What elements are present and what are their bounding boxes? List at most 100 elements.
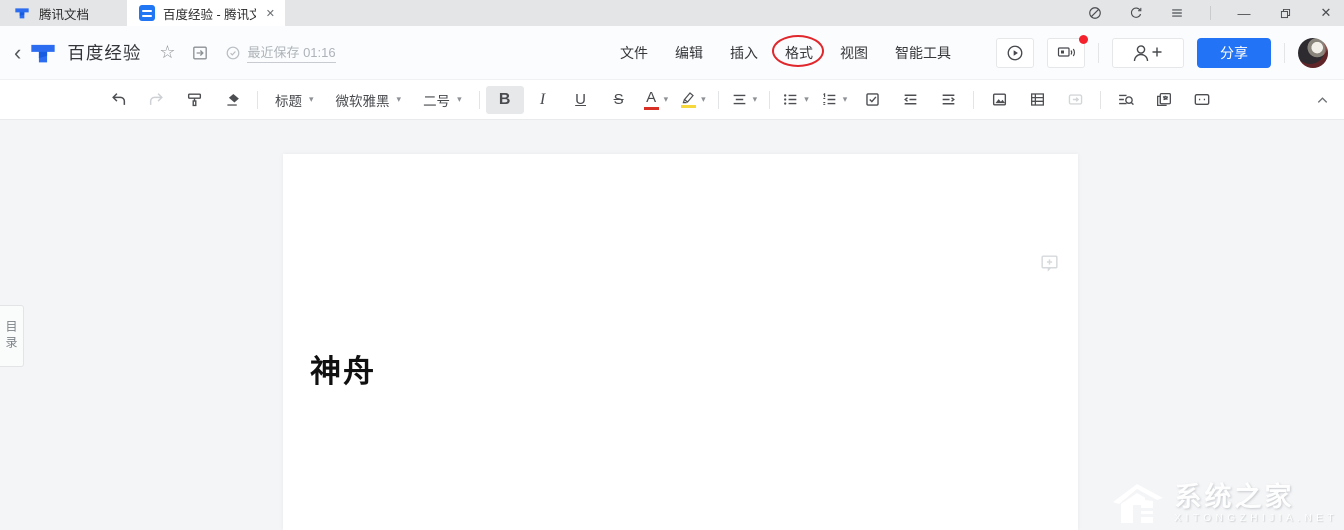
bold-label: B (498, 90, 511, 108)
paragraph-style-dropdown[interactable]: 标题 ▾ (264, 86, 325, 114)
invite-collaborator-button[interactable] (1112, 37, 1184, 68)
notification-dot (1079, 34, 1088, 44)
menu-bar: 文件 编辑 插入 格式 视图 智能工具 (620, 26, 951, 80)
document-header: ‹ 百度经验 ☆ 最近保存 01:16 文件 编辑 插入 格式 视图 智能工具 (0, 26, 1344, 80)
strikethrough-label: S (613, 91, 624, 108)
save-status[interactable]: 最近保存 01:16 (225, 42, 336, 63)
document-tab-icon (139, 5, 156, 21)
minimize-icon[interactable]: — (1236, 5, 1252, 21)
add-person-icon (1133, 44, 1162, 61)
undo-button[interactable] (99, 86, 137, 114)
menu-edit[interactable]: 编辑 (675, 43, 703, 63)
underline-button[interactable]: U (562, 86, 600, 114)
numbered-list-icon (822, 92, 836, 105)
document-title[interactable]: 百度经验 (67, 40, 141, 65)
numbered-list-dropdown[interactable]: ▾ (815, 86, 854, 114)
play-icon (1007, 45, 1023, 60)
bullet-list-dropdown[interactable]: ▾ (776, 86, 815, 114)
highlight-color-button[interactable]: ▾ (674, 86, 712, 114)
redo-button[interactable] (137, 86, 175, 114)
italic-label: I (539, 90, 546, 108)
font-color-button[interactable]: A ▾ (638, 86, 675, 114)
insert-image-button[interactable] (980, 86, 1018, 114)
menu-format[interactable]: 格式 (772, 35, 824, 67)
toolbar-divider (973, 90, 975, 109)
header-divider (1098, 42, 1099, 63)
outdent-button[interactable] (891, 86, 929, 114)
close-window-icon[interactable]: ✕ (1318, 5, 1334, 21)
insert-table-button[interactable] (1018, 86, 1056, 114)
present-button[interactable] (1047, 34, 1088, 68)
font-color-icon: A (643, 89, 659, 110)
font-size-value: 二号 (423, 93, 451, 109)
tab-home[interactable]: 腾讯文档 (0, 0, 105, 26)
menu-view[interactable]: 视图 (840, 43, 868, 63)
toc-label: 目录 (4, 320, 18, 352)
eraser-icon[interactable] (213, 86, 251, 114)
comment-button[interactable] (1183, 86, 1221, 114)
window-controls-divider (1210, 6, 1211, 20)
move-to-folder-icon[interactable] (191, 44, 209, 62)
back-chevron-icon[interactable]: ‹ (10, 41, 25, 64)
restore-icon[interactable] (1277, 5, 1293, 21)
toolbar-divider (1100, 90, 1102, 109)
save-status-text: 最近保存 01:16 (247, 42, 336, 63)
chevron-down-icon: ▾ (396, 94, 402, 104)
tab-close-icon[interactable]: ✕ (264, 7, 277, 20)
menu-insert[interactable]: 插入 (730, 43, 758, 63)
blocked-icon[interactable] (1087, 5, 1103, 21)
insert-widget-button-disabled (1056, 86, 1094, 114)
align-dropdown[interactable]: ▾ (725, 86, 764, 114)
tab-document-label: 百度经验 - 腾讯文 (163, 7, 256, 22)
bold-button[interactable]: B (485, 85, 524, 114)
menu-format-label: 格式 (785, 45, 813, 61)
toolbar-divider (769, 90, 771, 109)
find-replace-button[interactable] (1107, 86, 1145, 114)
toc-sidebar-tab[interactable]: 目录 (0, 305, 24, 367)
toolbar-divider (257, 90, 258, 109)
add-comment-icon[interactable] (1039, 252, 1060, 273)
task-checkbox-button[interactable] (853, 86, 891, 114)
highlight-color-bar (680, 105, 696, 108)
menu-smart-tools[interactable]: 智能工具 (895, 43, 951, 63)
format-painter-icon[interactable] (175, 86, 213, 114)
chevron-down-icon: ▾ (309, 94, 314, 104)
formatting-toolbar: 标题 ▾ 微软雅黑 ▾ 二号 ▾ B I U S A ▾ ▾ ▾ ▾ ▾ (0, 80, 1344, 120)
tab-document-active[interactable]: 百度经验 - 腾讯文 ✕ (127, 0, 286, 26)
user-avatar[interactable] (1298, 37, 1328, 68)
translate-button[interactable] (1145, 86, 1183, 114)
refresh-icon[interactable] (1128, 5, 1144, 21)
document-page[interactable] (283, 154, 1078, 530)
strikethrough-button[interactable]: S (600, 86, 638, 114)
collapse-toolbar-button[interactable] (1315, 80, 1330, 120)
menu-file[interactable]: 文件 (620, 43, 648, 63)
window-controls: — ✕ (1087, 0, 1334, 26)
font-color-letter: A (646, 89, 657, 106)
toolbar-divider (478, 90, 480, 109)
document-canvas: 目录 神舟 (0, 120, 1344, 530)
align-center-icon (733, 94, 745, 105)
window-tab-bar: 腾讯文档 百度经验 - 腾讯文 ✕ — ✕ (0, 0, 1344, 26)
tencent-docs-logo-icon (14, 5, 30, 21)
play-demo-button[interactable] (996, 37, 1034, 68)
star-icon[interactable]: ☆ (159, 42, 175, 63)
menu-icon[interactable] (1169, 5, 1185, 21)
chevron-down-icon: ▾ (457, 94, 462, 104)
indent-button[interactable] (929, 86, 967, 114)
italic-button[interactable]: I (524, 86, 562, 114)
document-heading-text[interactable]: 神舟 (310, 346, 376, 391)
tab-home-label: 腾讯文档 (39, 7, 90, 22)
font-size-dropdown[interactable]: 二号 ▾ (412, 86, 473, 114)
font-family-dropdown[interactable]: 微软雅黑 ▾ (325, 86, 413, 114)
chevron-down-icon: ▾ (663, 94, 669, 104)
header-actions: 分享 (996, 34, 1334, 68)
saved-check-icon (227, 46, 240, 59)
present-icon (1057, 46, 1075, 57)
tencent-docs-logo-icon[interactable] (29, 39, 57, 67)
chevron-down-icon: ▾ (804, 94, 809, 104)
font-color-bar (643, 107, 659, 110)
share-button[interactable]: 分享 (1197, 37, 1271, 68)
chevron-down-icon: ▾ (842, 94, 848, 104)
header-divider (1284, 42, 1285, 63)
paragraph-style-value: 标题 (275, 93, 302, 109)
